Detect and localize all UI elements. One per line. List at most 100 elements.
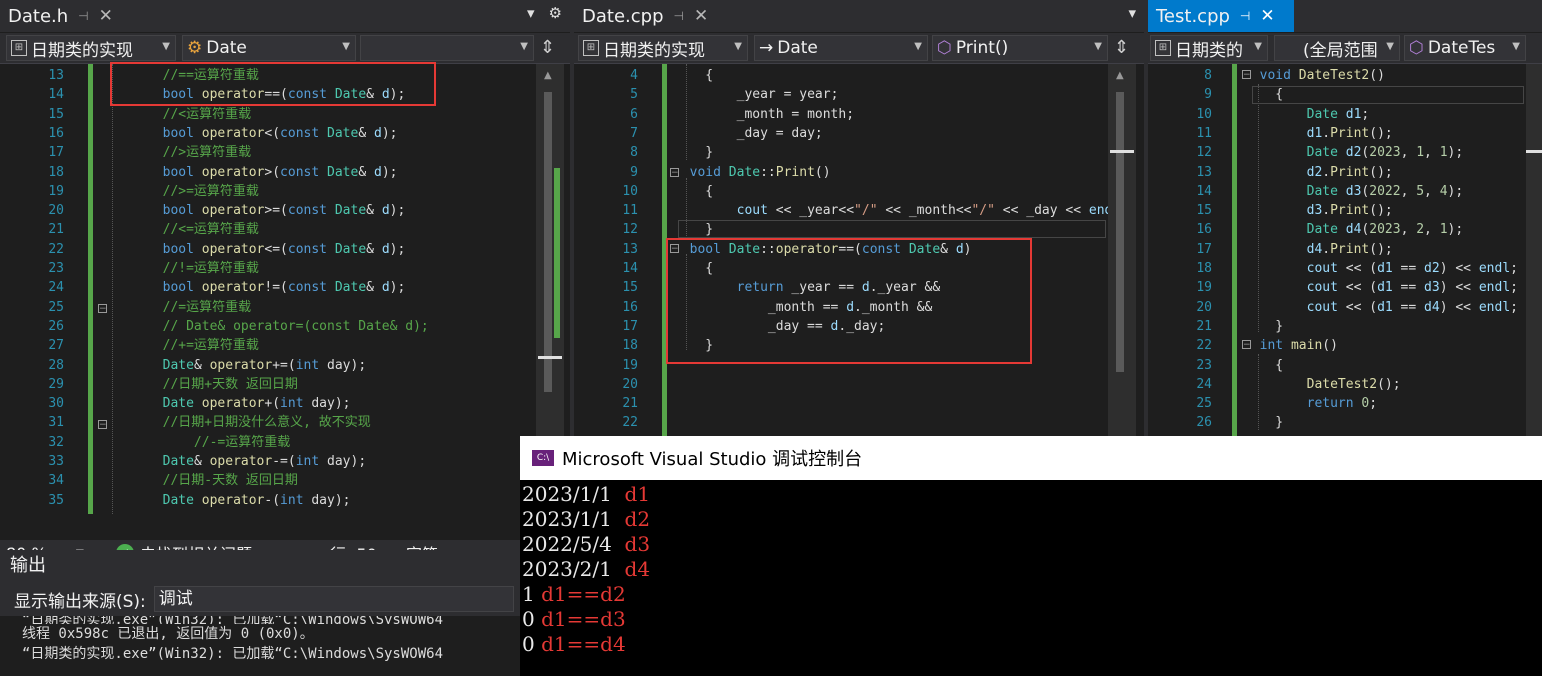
code-line[interactable]: 15 //<运算符重载 — [0, 105, 570, 124]
code-line[interactable]: 19 cout << (d1 == d3) << endl; — [1148, 278, 1542, 297]
console-title-bar[interactable]: C:\ Microsoft Visual Studio 调试控制台 — [520, 436, 1542, 480]
code-text: Date& operator+=(int day); — [162, 357, 367, 373]
code-line[interactable]: 11 cout << _year<<"/" << _month<<"/" << … — [574, 201, 1144, 220]
code-line[interactable]: 20 bool operator>=(const Date& d); — [0, 201, 570, 220]
code-text: void DateTest2() — [1259, 68, 1385, 83]
close-icon[interactable]: ✕ — [99, 6, 113, 26]
code-line[interactable]: 31 //日期+日期没什么意义, 故不实现 — [0, 413, 570, 432]
tab-dropdown-icon[interactable]: ▾ — [1128, 4, 1136, 22]
pin-icon[interactable]: ⊣ — [1240, 9, 1250, 23]
pin-icon[interactable]: ⊣ — [674, 9, 684, 23]
code-text: bool operator!=(const Date& d); — [162, 280, 406, 296]
chevron-down-icon: ▼ — [520, 41, 528, 52]
code-line[interactable]: 20 cout << (d1 == d4) << endl; — [1148, 298, 1542, 317]
close-icon[interactable]: ✕ — [1260, 6, 1274, 26]
code-line[interactable]: 34 //日期-天数 返回日期 — [0, 471, 570, 490]
code-line[interactable]: 19 //>=运算符重载 — [0, 182, 570, 201]
tab-test-cpp[interactable]: Test.cpp ⊣ ✕ — [1148, 0, 1294, 32]
code-line[interactable]: 18 bool operator>(const Date& d); — [0, 163, 570, 182]
code-line[interactable]: 22 — [574, 413, 1144, 432]
scroll-up-icon[interactable]: ▲ — [544, 70, 552, 81]
code-line[interactable]: 20 — [574, 375, 1144, 394]
code-line[interactable]: 23 //!=运算符重载 — [0, 259, 570, 278]
output-source-select[interactable]: 调试 — [153, 586, 514, 612]
code-line[interactable]: 5 _year = year; — [574, 85, 1144, 104]
scroll-thumb[interactable] — [1110, 150, 1134, 153]
code-line[interactable]: 25 return 0; — [1148, 394, 1542, 413]
code-line[interactable]: 7 _day = day; — [574, 124, 1144, 143]
code-line[interactable]: 11 d1.Print(); — [1148, 124, 1542, 143]
code-line[interactable]: 10 Date d1; — [1148, 105, 1542, 124]
code-line[interactable]: 14 Date d3(2022, 5, 4); — [1148, 182, 1542, 201]
code-line[interactable]: 28 Date& operator+=(int day); — [0, 356, 570, 375]
code-line[interactable]: 9 void Date::Print() — [574, 163, 1144, 182]
scroll-map — [544, 92, 552, 392]
code-line[interactable]: 9 { — [1148, 85, 1542, 104]
code-line[interactable]: 16 bool operator<(const Date& d); — [0, 124, 570, 143]
project-combo[interactable]: ⊞ 日期类的实现 ▼ — [6, 35, 176, 61]
member-combo[interactable]: ⬡ Print() ▼ — [932, 35, 1108, 61]
code-line[interactable]: 15 d3.Print(); — [1148, 201, 1542, 220]
code-line[interactable]: 13 d2.Print(); — [1148, 163, 1542, 182]
code-line[interactable]: 17 //>运算符重载 — [0, 143, 570, 162]
member-combo-value: Print() — [955, 38, 1009, 58]
split-window-icon[interactable]: ⇕ — [1114, 37, 1129, 58]
code-line[interactable]: 6 _month = month; — [574, 105, 1144, 124]
output-source-label: 显示输出来源(S): — [14, 591, 146, 612]
scroll-up-icon[interactable]: ▲ — [1116, 70, 1124, 81]
code-line[interactable]: 10 { — [574, 182, 1144, 201]
code-line[interactable]: 8 } — [574, 143, 1144, 162]
type-combo[interactable]: (全局范围 ▼ — [1274, 35, 1400, 61]
line-number: 8 — [1204, 68, 1212, 83]
close-icon[interactable]: ✕ — [694, 6, 708, 26]
project-combo[interactable]: ⊞ 日期类的 ▼ — [1150, 35, 1268, 61]
code-line[interactable]: 4 { — [574, 66, 1144, 85]
code-line[interactable]: 12 Date d2(2023, 1, 1); — [1148, 143, 1542, 162]
code-line[interactable]: 29 //日期+天数 返回日期 — [0, 375, 570, 394]
code-line[interactable]: 25 //=运算符重载 — [0, 298, 570, 317]
scroll-thumb[interactable] — [538, 356, 562, 359]
code-text: cout << (d1 == d3) << endl; — [1306, 280, 1518, 296]
line-number: 28 — [48, 357, 64, 373]
code-line[interactable]: 27 //+=运算符重载 — [0, 336, 570, 355]
line-number: 29 — [48, 376, 64, 392]
code-line[interactable]: 26 // Date& operator=(const Date& d); — [0, 317, 570, 336]
code-line[interactable]: 16 Date d4(2023, 2, 1); — [1148, 220, 1542, 239]
code-line[interactable]: 23 { — [1148, 356, 1542, 375]
split-window-icon[interactable]: ⇕ — [540, 37, 555, 58]
code-line[interactable]: 33 Date& operator-=(int day); — [0, 452, 570, 471]
code-line[interactable]: 17 d4.Print(); — [1148, 240, 1542, 259]
scroll-thumb[interactable] — [1526, 150, 1542, 153]
code-line[interactable]: 35 Date operator-(int day); — [0, 491, 570, 510]
code-line[interactable]: 12 } — [574, 220, 1144, 239]
tab-dropdown-icon[interactable]: ▾ — [527, 4, 535, 22]
code-line[interactable]: 24 bool operator!=(const Date& d); — [0, 278, 570, 297]
code-area[interactable]: − − 13 //==运算符重载 14 bool operator==(const… — [0, 64, 570, 540]
type-combo[interactable]: → Date ▼ — [754, 35, 928, 61]
code-line[interactable]: 22 bool operator<=(const Date& d); — [0, 240, 570, 259]
code-line[interactable]: 24 DateTest2(); — [1148, 375, 1542, 394]
code-line[interactable]: 32 //-=运算符重载 — [0, 433, 570, 452]
gear-icon[interactable]: ⚙ — [549, 4, 562, 22]
code-text: bool operator>(const Date& d); — [162, 164, 398, 180]
member-combo[interactable]: ▼ — [360, 35, 534, 61]
code-line[interactable]: 21 } — [1148, 317, 1542, 336]
member-combo[interactable]: ⬡ DateTes ▼ — [1404, 35, 1526, 61]
code-line[interactable]: 21 — [574, 394, 1144, 413]
project-combo[interactable]: ⊞ 日期类的实现 ▼ — [578, 35, 748, 61]
code-line[interactable]: 21 //<=运算符重载 — [0, 220, 570, 239]
code-line[interactable]: 22 int main() — [1148, 336, 1542, 355]
editor-pane-date-h: Date.h ⊣ ✕ ▾ ⚙ ⊞ 日期类的实现 ▼ ⚙ Date ▼ ▼ ⇕ −… — [0, 0, 570, 540]
code-line[interactable]: 18 cout << (d1 == d2) << endl; — [1148, 259, 1542, 278]
pin-icon[interactable]: ⊣ — [78, 9, 88, 23]
code-line[interactable]: 26 } — [1148, 413, 1542, 432]
code-line[interactable]: 8 void DateTest2() — [1148, 66, 1542, 85]
tab-date-h[interactable]: Date.h ⊣ ✕ — [0, 0, 132, 32]
type-combo[interactable]: ⚙ Date ▼ — [182, 35, 356, 61]
code-text: bool operator<=(const Date& d); — [162, 241, 406, 257]
code-line[interactable]: 30 Date operator+(int day); — [0, 394, 570, 413]
console-annotation: d4 — [624, 557, 651, 581]
chevron-down-icon: ▼ — [1386, 41, 1394, 52]
tab-date-cpp[interactable]: Date.cpp ⊣ ✕ — [574, 0, 724, 32]
class-icon: ⚙ — [187, 38, 203, 58]
